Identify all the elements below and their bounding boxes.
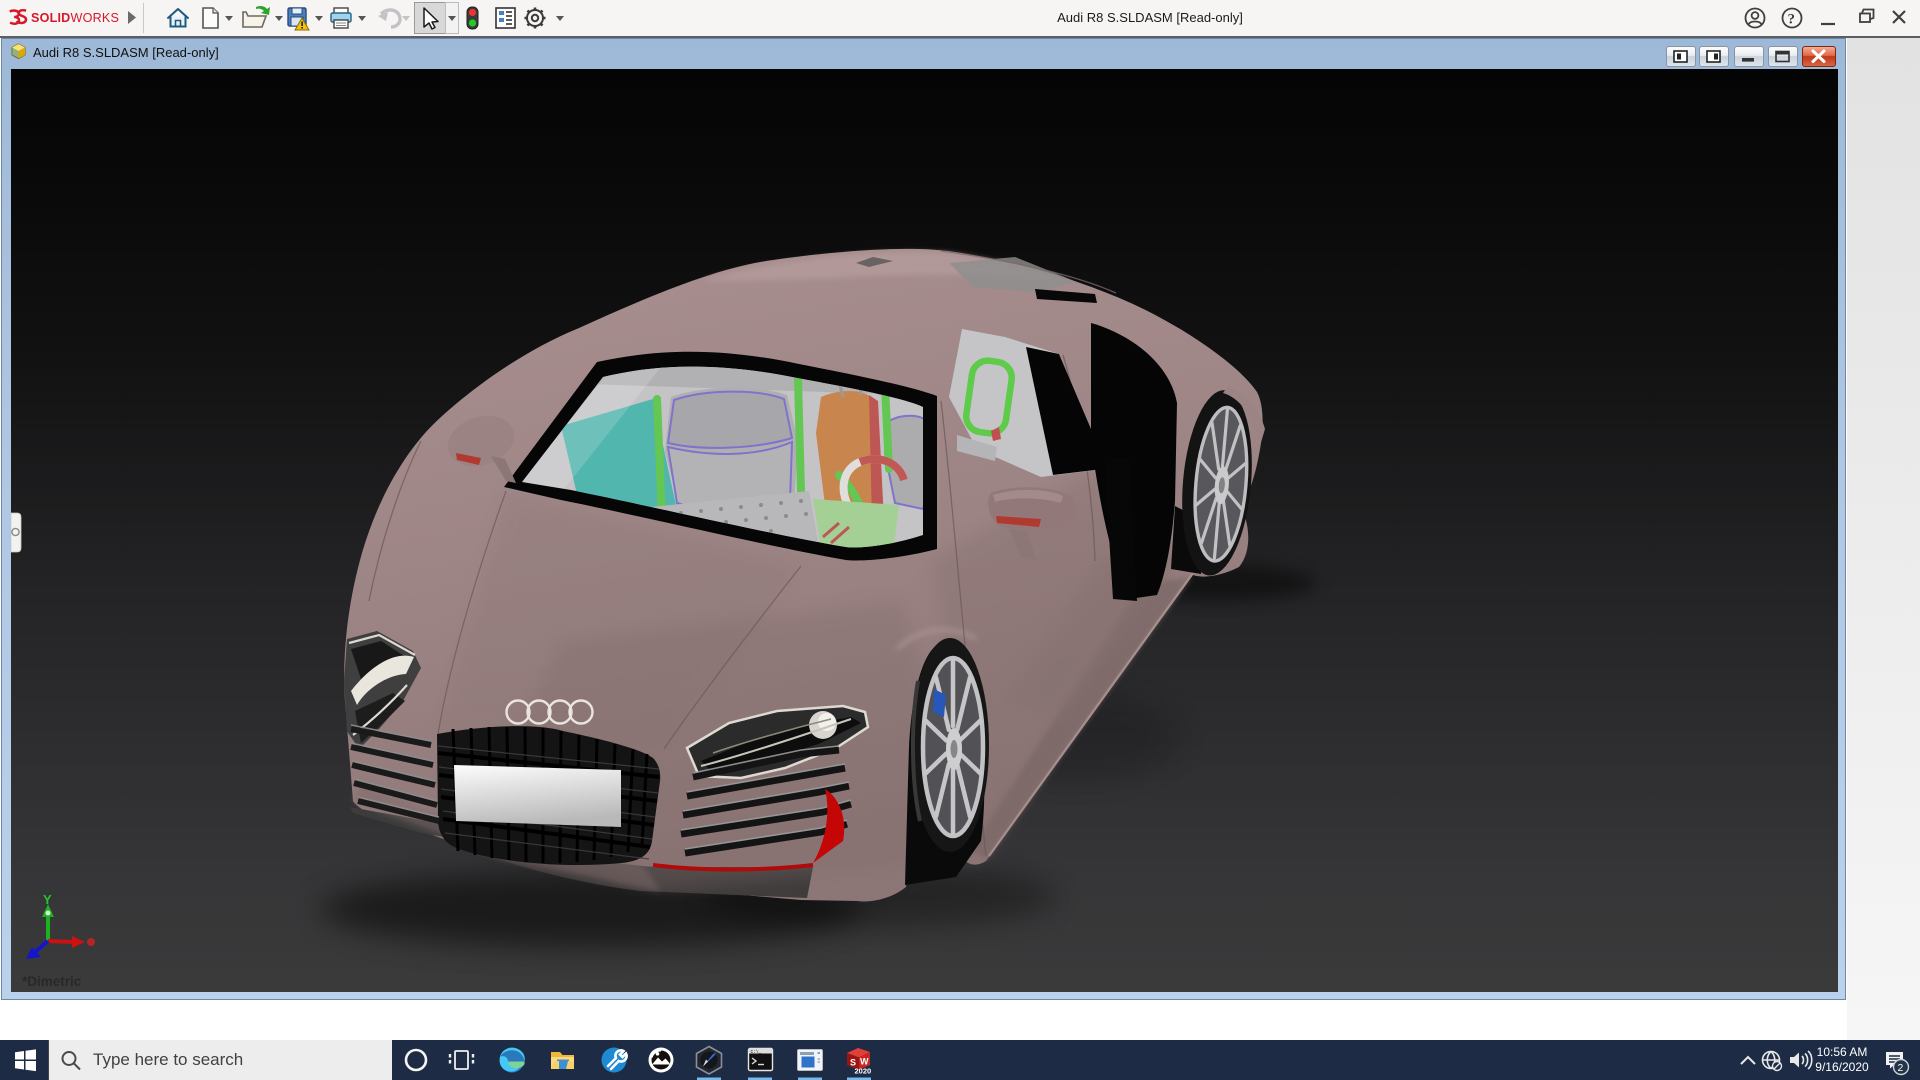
svg-text:?: ? [1788,12,1796,28]
svg-text:W: W [860,1057,869,1067]
svg-text:C:\_: C:\_ [751,1049,762,1055]
svg-text:Y: Y [43,892,52,907]
svg-text:SOLIDWORKS: SOLIDWORKS [31,11,119,25]
svg-text:2020: 2020 [855,1067,872,1076]
svg-text:2: 2 [1898,1062,1904,1074]
